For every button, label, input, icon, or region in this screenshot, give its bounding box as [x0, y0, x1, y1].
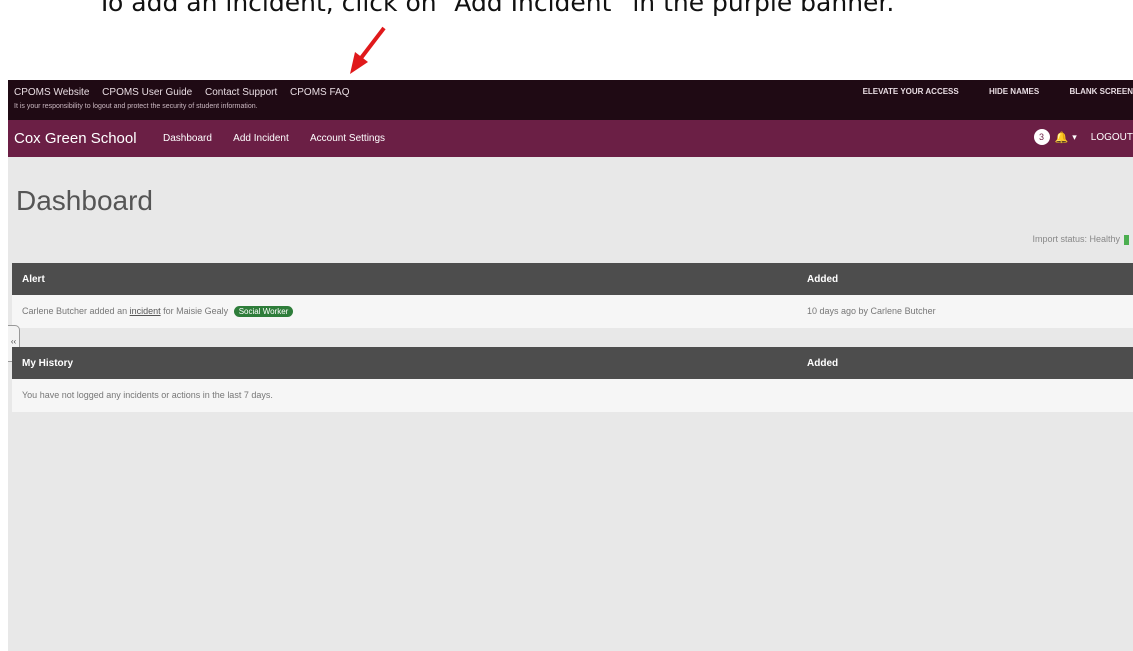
history-table: My History Added You have not logged any…	[12, 347, 1133, 412]
security-note: It is your responsibility to logout and …	[14, 103, 258, 110]
bell-icon[interactable]: 🔔	[1055, 131, 1069, 144]
status-indicator	[1124, 234, 1129, 245]
nav-right: 3 🔔 ▾ LOGOUT	[1033, 129, 1133, 145]
instruction-caption: To add an incident, click on “Add Incide…	[0, 0, 1133, 80]
table-row: Carlene Butcher added an incident for Ma…	[12, 295, 1133, 328]
logout-button[interactable]: LOGOUT	[1091, 132, 1133, 143]
blank-screen-button[interactable]: BLANK SCREEN	[1069, 87, 1133, 96]
history-header: My History Added	[12, 347, 1133, 379]
alert-text: Carlene Butcher added an incident for Ma…	[22, 306, 294, 317]
app-screen: CPOMS Website CPOMS User Guide Contact S…	[8, 80, 1133, 651]
nav-add-incident[interactable]: Add Incident	[233, 133, 289, 144]
alerts-header: Alert Added	[12, 263, 1133, 295]
history-empty-message: You have not logged any incidents or act…	[22, 390, 273, 400]
import-status-text: Import status: Healthy	[1032, 234, 1120, 244]
incident-link[interactable]: incident	[130, 306, 161, 316]
nav-account-settings[interactable]: Account Settings	[310, 133, 385, 144]
main-navbar: Cox Green School Dashboard Add Incident …	[8, 120, 1133, 157]
history-added-header: Added	[807, 358, 839, 369]
cpoms-website-link[interactable]: CPOMS Website	[14, 87, 89, 98]
top-utility-bar: CPOMS Website CPOMS User Guide Contact S…	[8, 80, 1133, 120]
notification-count[interactable]: 3	[1033, 129, 1050, 145]
caret-down-icon[interactable]: ▾	[1072, 132, 1077, 143]
import-status: Import status: Healthy	[1032, 234, 1129, 245]
alert-column-header: Alert	[22, 274, 45, 285]
alerts-table: Alert Added Carlene Butcher added an inc…	[12, 263, 1133, 328]
arrow-icon	[350, 26, 386, 74]
role-badge: Social Worker	[233, 306, 294, 317]
faq-link[interactable]: CPOMS FAQ	[290, 87, 349, 98]
alert-prefix: Carlene Butcher added an	[22, 306, 128, 316]
hide-names-button[interactable]: HIDE NAMES	[989, 87, 1039, 96]
added-column-header: Added	[807, 274, 839, 285]
alert-suffix: for Maisie Gealy	[163, 306, 229, 316]
elevate-access-button[interactable]: ELEVATE YOUR ACCESS	[863, 87, 959, 96]
caption-text: To add an incident, click on “Add Incide…	[97, 0, 895, 17]
nav-dashboard[interactable]: Dashboard	[163, 133, 212, 144]
utility-links: CPOMS Website CPOMS User Guide Contact S…	[14, 87, 359, 98]
school-name[interactable]: Cox Green School	[14, 130, 137, 147]
utility-actions: ELEVATE YOUR ACCESS HIDE NAMES BLANK SCR…	[835, 87, 1133, 96]
list-item: You have not logged any incidents or act…	[12, 379, 1133, 412]
history-column-header: My History	[22, 358, 74, 369]
user-guide-link[interactable]: CPOMS User Guide	[102, 87, 192, 98]
alert-added: 10 days ago by Carlene Butcher	[807, 306, 936, 316]
page-title: Dashboard	[16, 185, 153, 216]
nav-links: Dashboard Add Incident Account Settings	[163, 133, 404, 144]
contact-support-link[interactable]: Contact Support	[205, 87, 277, 98]
